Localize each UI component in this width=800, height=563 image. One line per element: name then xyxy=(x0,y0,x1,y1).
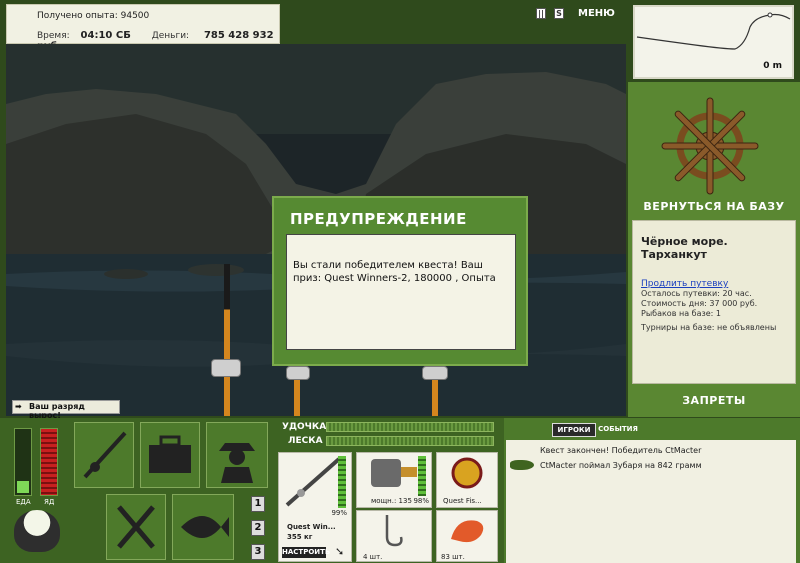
money-label: Деньги: xyxy=(151,31,190,41)
hook-slot[interactable]: 4 шт. xyxy=(356,510,432,562)
depth-value: 0 m xyxy=(763,61,782,71)
slot-number-2[interactable]: 2 xyxy=(251,520,265,536)
sound-icon: S xyxy=(554,8,564,19)
reel-2 xyxy=(286,366,310,380)
exp-row: Получено опыта: 94500 xyxy=(37,11,149,21)
base-info-panel: Чёрное море. Тарханкут Продлить путевку … xyxy=(632,220,796,384)
chat-message-1: Квест закончен! Победитель CtMacter xyxy=(540,446,702,455)
pause-icon: || xyxy=(536,8,546,19)
slot-character[interactable] xyxy=(206,422,268,488)
shrimp-icon xyxy=(451,520,484,543)
rod-name: Quest Win... xyxy=(287,523,336,531)
tab-events[interactable]: СОБЫТИЯ xyxy=(596,423,640,435)
time-label: Время: xyxy=(37,31,70,41)
arrow-right-icon: ➡ xyxy=(15,402,22,411)
rank-up-notice[interactable]: ➡ Ваш разряд вырос! xyxy=(12,400,120,420)
hook-count: 4 шт. xyxy=(363,553,383,561)
location-title: Чёрное море. Тарханкут xyxy=(641,235,728,261)
fishing-line-slot[interactable]: Quest Fis... xyxy=(436,452,498,508)
rod-tension-bar xyxy=(326,422,494,432)
reel-durability-bar xyxy=(418,456,426,496)
fisherman-icon xyxy=(219,443,255,483)
line-label: ЛЕСКА xyxy=(288,436,323,446)
rod-weight: 355 кг xyxy=(287,533,313,541)
menu-button[interactable]: МЕНЮ xyxy=(578,8,615,20)
exp-value: 94500 xyxy=(120,11,150,21)
ship-wheel-icon[interactable] xyxy=(660,96,760,196)
hook-icon xyxy=(385,515,403,547)
reel-power: мощн.: 135 xyxy=(371,497,412,505)
fishers-on-base: Рыбаков на базе: 1 xyxy=(641,309,721,318)
player-info-panel: Получено опыта: 94500 Время: 04:10 СБ Де… xyxy=(6,4,280,52)
bait-slot[interactable]: 83 шт. xyxy=(436,510,498,562)
day-cost: Стоимость дня: 37 000 руб. xyxy=(641,299,758,308)
dialog-title: ПРЕДУПРЕЖДЕНИЕ xyxy=(290,210,467,228)
fishing-rod-3[interactable] xyxy=(432,374,438,416)
line-name: Quest Fis... xyxy=(443,497,482,505)
rod-percent: 99% xyxy=(331,509,347,517)
chat-messages[interactable]: Квест закончен! Победитель CtMacter CtMa… xyxy=(506,440,796,563)
setup-button[interactable]: НАСТРОИТЬ xyxy=(282,547,330,558)
extend-trip-link[interactable]: Продлить путевку xyxy=(641,279,728,289)
time-value: 04:10 СБ xyxy=(80,30,131,41)
tab-players[interactable]: ИГРОКИ xyxy=(552,423,596,437)
poison-label: ЯД xyxy=(44,498,55,506)
pause-button[interactable]: || xyxy=(536,8,546,20)
line-tension-bar xyxy=(326,436,494,446)
return-to-base-button[interactable]: ВЕРНУТЬСЯ НА БАЗУ xyxy=(630,200,798,213)
food-label: ЕДА xyxy=(16,498,31,506)
slot-number-1[interactable]: 1 xyxy=(251,496,265,512)
bait-count: 83 шт. xyxy=(441,553,465,561)
food-bar xyxy=(14,428,32,496)
rod-label: УДОЧКА xyxy=(282,422,327,432)
slot-number-3[interactable]: 3 xyxy=(251,544,265,560)
fishing-rod-2[interactable] xyxy=(294,374,300,416)
fork-knife-icon xyxy=(117,505,155,549)
slot-tacklebox[interactable] xyxy=(140,422,200,488)
food-level xyxy=(17,481,29,493)
line-spool-icon xyxy=(451,457,483,489)
trip-left: Осталось путевки: 20 час. xyxy=(641,289,752,298)
rod-durability-bar xyxy=(338,456,346,508)
chat-message-2: CtMacter поймал Зубаря на 842 грамм xyxy=(540,461,702,470)
slot-food[interactable] xyxy=(106,494,166,560)
bans-button[interactable]: ЗАПРЕТЫ xyxy=(630,394,798,407)
reel-percent: 98% xyxy=(413,497,429,505)
fish-icon xyxy=(181,516,229,538)
rod-icon xyxy=(83,431,127,479)
tournaments-info: Турниры на базе: не объявлены xyxy=(641,323,777,332)
fish-icon-small xyxy=(510,460,534,470)
depth-map: 0 m xyxy=(633,5,794,79)
slot-fish[interactable] xyxy=(172,494,234,560)
warning-dialog[interactable]: ПРЕДУПРЕЖДЕНИЕ Вы стали победителем квес… xyxy=(272,196,528,366)
slot-rods[interactable] xyxy=(74,422,134,488)
tackle-box-icon xyxy=(149,435,191,473)
reel-1 xyxy=(211,359,241,377)
dialog-message: Вы стали победителем квеста! Ваш приз: Q… xyxy=(286,234,516,350)
exp-label: Получено опыта: xyxy=(37,11,118,21)
bait-pot-icon[interactable] xyxy=(14,510,60,552)
arrow-down-right-icon: ➘ xyxy=(335,545,345,558)
base-info-lines: Продлить путевку Осталось путевки: 20 ча… xyxy=(641,279,776,333)
sound-button[interactable]: S xyxy=(554,8,564,20)
reel-3 xyxy=(422,366,448,380)
poison-bar xyxy=(40,428,58,496)
fishing-rod-1[interactable] xyxy=(224,264,230,416)
